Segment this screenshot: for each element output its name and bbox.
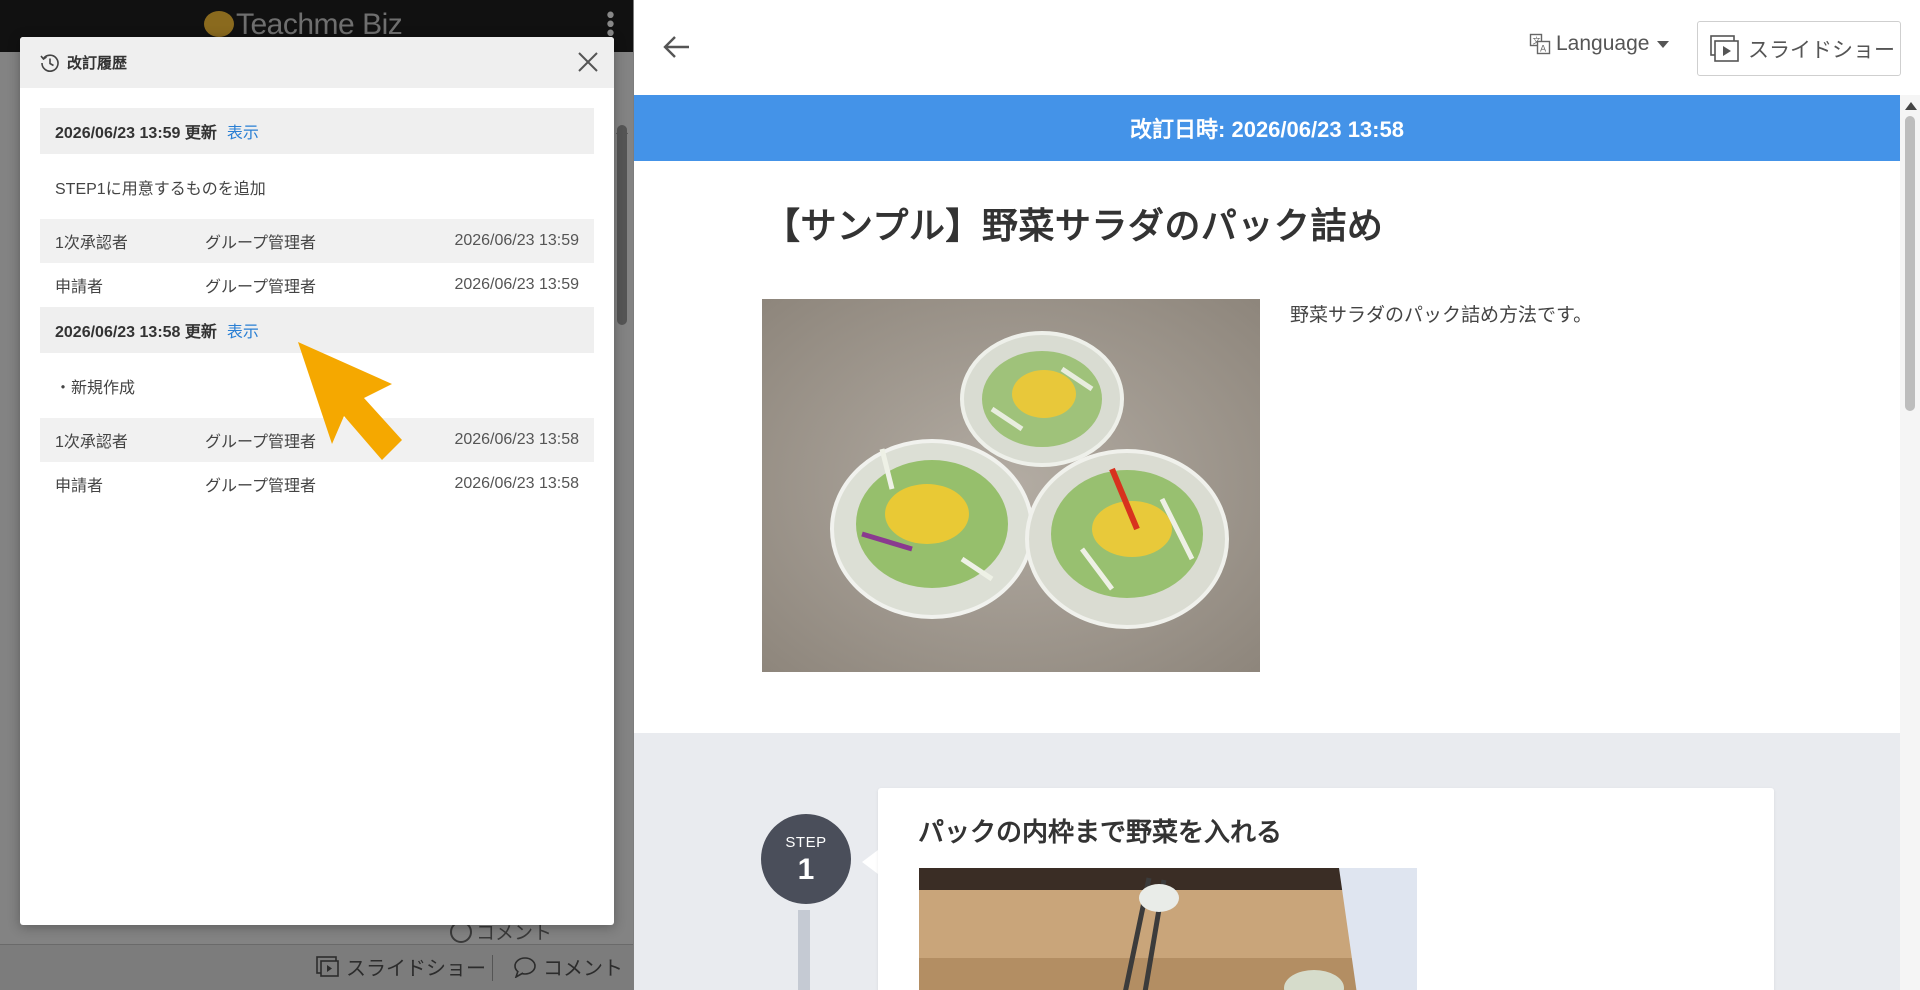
revision-date: 2026/06/23 13:59 更新 <box>55 125 217 142</box>
step-number: 1 <box>797 853 815 886</box>
approval-time: 2026/06/23 13:58 <box>454 431 579 448</box>
manual-title: 【サンプル】野菜サラダのパック詰め <box>764 205 1384 246</box>
view-revision-link[interactable]: 表示 <box>227 318 259 342</box>
logo-mascot-icon <box>204 11 234 37</box>
step-title: パックの内枠まで野菜を入れる <box>918 817 1283 847</box>
approval-user: グループ管理者 <box>205 478 317 495</box>
approval-user: グループ管理者 <box>205 434 317 451</box>
slideshow-button[interactable]: スライドショー <box>1697 21 1901 76</box>
revision-list: 2026/06/23 13:59 更新 表示 STEP1に用意するものを追加 1… <box>20 108 614 506</box>
step-word: STEP <box>785 834 827 851</box>
bottom-comment-button[interactable]: コメント <box>513 952 623 981</box>
approval-row: 申請者 グループ管理者 2026/06/23 13:58 <box>40 462 594 506</box>
approval-row: 申請者 グループ管理者 2026/06/23 13:59 <box>40 263 594 307</box>
approval-row: 1次承認者 グループ管理者 2026/06/23 13:58 <box>40 418 594 462</box>
approval-time: 2026/06/23 13:58 <box>454 475 579 492</box>
approval-user: グループ管理者 <box>205 279 317 296</box>
step-card-pointer <box>862 850 878 874</box>
toolbar-divider <box>492 955 493 981</box>
modal-title: 改訂履歴 <box>67 55 128 72</box>
bottom-toolbar: スライドショー コメント <box>0 944 633 990</box>
approval-role: 申請者 <box>55 478 104 495</box>
viewer-toolbar: 文A Language スライドショー <box>634 0 1920 95</box>
language-label: Language <box>1556 32 1650 55</box>
approval-role: 申請者 <box>55 279 104 296</box>
history-icon <box>40 53 59 72</box>
revision-date: 2026/06/23 13:58 更新 <box>55 324 217 341</box>
manual-viewer: 文A Language スライドショー 改訂日時: 2026/06/23 13:… <box>634 0 1920 990</box>
slideshow-icon <box>1710 34 1739 62</box>
manual-description: 野菜サラダのパック詰め方法です。 <box>1290 305 1593 326</box>
approval-time: 2026/06/23 13:59 <box>454 276 579 293</box>
revision-banner: 改訂日時: 2026/06/23 13:58 <box>634 95 1900 161</box>
revision-header: 2026/06/23 13:59 更新 表示 <box>40 108 594 154</box>
modal-header: 改訂履歴 <box>20 37 614 88</box>
slideshow-icon <box>316 955 339 977</box>
left-scrollbar[interactable] <box>617 125 627 325</box>
approval-role: 1次承認者 <box>55 434 128 451</box>
step-image <box>919 868 1417 990</box>
bottom-slideshow-label: スライドショー <box>346 958 486 980</box>
approval-row: 1次承認者 グループ管理者 2026/06/23 13:59 <box>40 219 594 263</box>
revision-history-modal: 改訂履歴 2026/06/23 13:59 更新 表示 STEP1に用意するもの… <box>20 37 614 925</box>
approval-role: 1次承認者 <box>55 235 128 252</box>
scroll-up-arrow[interactable] <box>1905 102 1917 110</box>
language-dropdown[interactable]: 文A Language <box>1529 32 1670 56</box>
close-icon[interactable] <box>574 48 602 76</box>
view-revision-link[interactable]: 表示 <box>227 119 259 143</box>
svg-text:A: A <box>1540 45 1547 55</box>
bottom-slideshow-button[interactable]: スライドショー <box>316 952 486 981</box>
step-badge: STEP 1 <box>761 814 851 904</box>
approval-user: グループ管理者 <box>205 235 317 252</box>
step-timeline <box>798 910 810 990</box>
salad-image <box>762 299 1260 672</box>
scrollbar-thumb[interactable] <box>1905 116 1915 411</box>
revision-note: STEP1に用意するものを追加 <box>55 180 266 198</box>
arrow-left-icon[interactable] <box>660 30 694 64</box>
comment-icon <box>514 956 536 978</box>
comment-ghost-text: コメント <box>476 923 553 944</box>
revision-note: ・新規作成 <box>55 379 136 397</box>
bottom-comment-label: コメント <box>543 958 623 980</box>
approval-time: 2026/06/23 13:59 <box>454 232 579 249</box>
chevron-down-icon <box>1657 40 1670 48</box>
cover-photo[interactable] <box>762 299 1260 672</box>
revision-header: 2026/06/23 13:58 更新 表示 <box>40 307 594 353</box>
slideshow-label: スライドショー <box>1748 38 1895 62</box>
translate-icon: 文A <box>1529 33 1551 55</box>
step-photo[interactable] <box>919 868 1417 990</box>
step-card: パックの内枠まで野菜を入れる <box>878 788 1774 990</box>
kebab-menu-icon[interactable]: • • • <box>604 6 617 46</box>
